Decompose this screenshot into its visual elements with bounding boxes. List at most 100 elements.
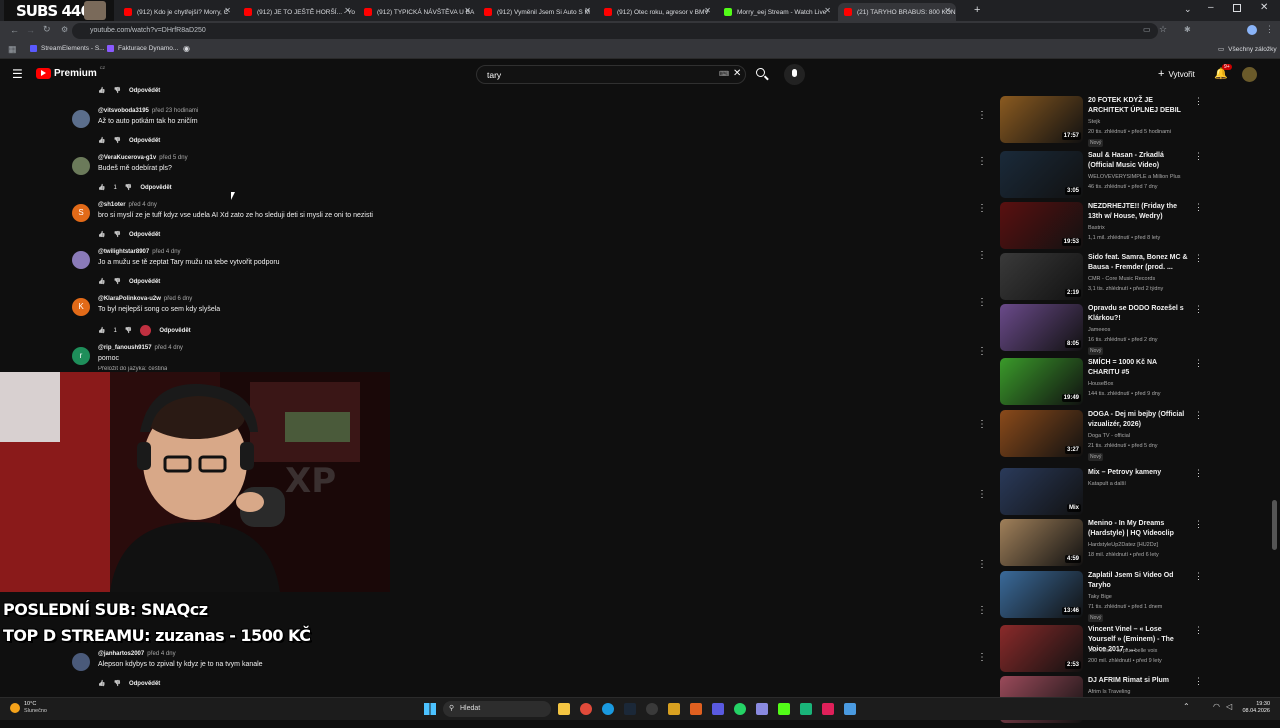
related-video[interactable]: 3:05 Saul & Hasan - Zrkadlá (Official Mus… [1000,151,1203,203]
tab-close-icon[interactable]: ✕ [464,6,471,15]
browser-tab[interactable]: (912) Otec roku, agresor v BMV ✕ [598,3,716,21]
comment-more-icon[interactable]: ⋮ [977,251,987,261]
video-title[interactable]: Opravdu se DODO Rozešel s Klárkou?! [1088,304,1188,324]
all-bookmarks-folder[interactable]: ▭ Všechny záložky [1218,45,1277,54]
like-icon[interactable]: 👍 [98,137,105,144]
like-icon[interactable]: 👍 [98,327,105,334]
obs-icon[interactable] [646,703,658,715]
video-title[interactable]: Mix – Petrovy kameny [1088,468,1188,478]
url-field[interactable]: youtube.com/watch?v=DHrfR8aD250 [72,23,1158,39]
like-icon[interactable]: 👍 [98,278,105,285]
commenter-avatar[interactable]: K [72,298,90,316]
page-scrollbar[interactable] [1272,500,1277,550]
youtube-logo[interactable]: Premium CZ [36,65,105,79]
weather-widget[interactable]: 10°C Slunečno [10,701,47,715]
video-more-icon[interactable]: ⋮ [1194,410,1203,421]
like-icon[interactable]: 👍 [98,184,105,191]
video-thumbnail[interactable]: 13:46 [1000,571,1083,618]
comment-more-icon[interactable]: ⋮ [977,560,987,570]
reply-button[interactable]: Odpovědět [129,279,160,285]
volume-icon[interactable]: ◁ [1226,702,1232,711]
clear-search-icon[interactable]: ✕ [733,68,741,79]
commenter-avatar[interactable]: S [72,204,90,222]
video-thumbnail[interactable]: 3:27 [1000,410,1083,457]
video-channel[interactable]: Stejk [1088,119,1100,125]
video-channel[interactable]: Bastrix [1088,225,1105,231]
tab-close-icon[interactable]: ✕ [944,6,951,15]
tab-close-icon[interactable]: ✕ [824,6,831,15]
comment-more-icon[interactable]: ⋮ [977,111,987,121]
video-thumbnail[interactable]: 8:05 [1000,304,1083,351]
app-icon-6[interactable] [800,703,812,715]
video-more-icon[interactable]: ⋮ [1194,304,1203,315]
video-more-icon[interactable]: ⋮ [1194,202,1203,213]
dislike-icon[interactable]: 👎 [125,184,132,191]
notifications-button[interactable]: 🔔 9+ [1214,64,1232,80]
video-title[interactable]: DJ AFRIM Rimat si Plum [1088,676,1188,686]
comment-time[interactable]: před 4 dny [147,651,175,657]
video-thumbnail[interactable]: 2:19 [1000,253,1083,300]
related-video[interactable]: 19:53 NEZDRHEJTE!! (Friday the 13th w/ Ho… [1000,202,1203,254]
like-icon[interactable]: 👍 [98,87,105,94]
browser-tab[interactable]: (912) JE TO JEŠTĚ HORŠÍ... - Yo ✕ [238,3,356,21]
comment-author[interactable]: @twilightstar8907 [98,249,149,255]
comment-author[interactable]: @vitsvoboda3195 [98,108,149,114]
comment-time[interactable]: před 4 dny [155,345,183,351]
dislike-icon[interactable]: 👎 [113,87,120,94]
video-title[interactable]: Saul & Hasan - Zrkadlá (Official Music V… [1088,151,1188,171]
keyboard-icon[interactable]: ⌨ [719,70,729,78]
related-video[interactable]: 4:59 Menino - In My Dreams (Hardstyle) | … [1000,519,1203,571]
video-channel[interactable]: HardstyleUp2Datez [HU2Dz] [1088,542,1158,548]
browser-tab[interactable]: Morry_eej Stream - Watch Live ✕ [718,3,836,21]
comment-author[interactable]: @janhartos2007 [98,651,144,657]
dislike-icon[interactable]: 👎 [113,137,120,144]
comment-time[interactable]: před 23 hodinami [152,108,198,114]
reply-button[interactable]: Odpovědět [129,681,160,687]
chrome-icon[interactable] [580,703,592,715]
comment-author[interactable]: @rip_fanoush9157 [98,345,152,351]
dislike-icon[interactable]: 👎 [113,278,120,285]
forward-icon[interactable]: → [26,25,35,35]
create-button[interactable]: + Vytvořit [1158,68,1195,80]
reply-button[interactable]: Odpovědět [129,88,160,94]
video-channel[interactable]: The Voice : la plus belle voix [1088,648,1157,654]
tab-close-icon[interactable]: ✕ [224,6,231,15]
video-title[interactable]: 20 FOTEK KDYŽ JE ARCHITEKT ÚPLNEJ DEBIL [1088,96,1188,116]
commenter-avatar[interactable] [72,653,90,671]
hamburger-menu-icon[interactable]: ☰ [12,67,23,81]
video-title[interactable]: NEZDRHEJTE!! (Friday the 13th w/ House, … [1088,202,1188,222]
related-video[interactable]: 17:57 20 FOTEK KDYŽ JE ARCHITEKT ÚPLNEJ D… [1000,96,1203,148]
video-channel[interactable]: Doga TV - official [1088,433,1130,439]
video-thumbnail[interactable]: 2:53 [1000,625,1083,672]
wifi-icon[interactable]: ◠ [1213,702,1220,711]
apps-grid-icon[interactable]: ▦ [8,44,17,55]
video-thumbnail[interactable]: 4:59 [1000,519,1083,566]
related-video[interactable]: 19:49 SMÍCH = 1000 Kč NA CHARITU #5 HouseB… [1000,358,1203,410]
video-thumbnail[interactable]: 3:05 [1000,151,1083,198]
related-video[interactable]: 2:53 Vincent Vinel – « Lose Yourself » (E… [1000,625,1203,677]
steam-icon[interactable] [624,703,636,715]
comment-author[interactable]: @KlaraPolinkova-u2w [98,296,161,302]
comment-more-icon[interactable]: ⋮ [977,606,987,616]
bookmark-streamelements[interactable]: StreamElements - S... [30,45,105,52]
comment-author[interactable]: @sh1oter [98,202,126,208]
video-more-icon[interactable]: ⋮ [1194,625,1203,636]
video-title[interactable]: Sido feat. Samra, Bonez MC & Bausa - Fre… [1088,253,1188,273]
comment-author[interactable]: @VeraKucerova-g1v [98,155,156,161]
video-more-icon[interactable]: ⋮ [1194,676,1203,687]
video-title[interactable]: Menino - In My Dreams (Hardstyle) | HQ V… [1088,519,1188,539]
tab-search-icon[interactable]: ⌄ [1184,4,1192,15]
app-icon-8[interactable] [844,703,856,715]
video-title[interactable]: Zaplatil Jsem Si Video Od Taryho [1088,571,1188,591]
comment-time[interactable]: před 4 dny [129,202,157,208]
commenter-avatar[interactable] [72,251,90,269]
comment-more-icon[interactable]: ⋮ [977,347,987,357]
video-channel[interactable]: Katapult a další [1088,481,1126,487]
commenter-avatar[interactable] [72,110,90,128]
windows-start-icon[interactable] [424,703,436,715]
bookmark-star-icon[interactable]: ☆ [1159,24,1167,35]
like-icon[interactable]: 👍 [98,680,105,687]
comment-more-icon[interactable]: ⋮ [977,157,987,167]
tab-close-icon[interactable]: ✕ [584,6,591,15]
dislike-icon[interactable]: 👎 [113,231,120,238]
